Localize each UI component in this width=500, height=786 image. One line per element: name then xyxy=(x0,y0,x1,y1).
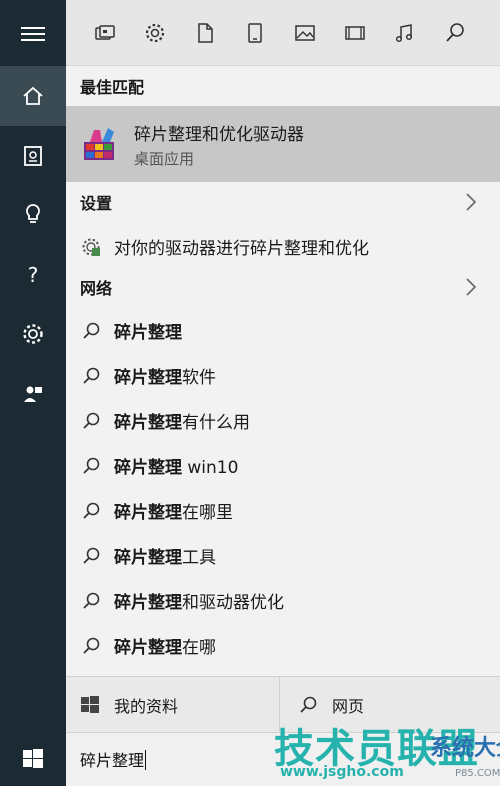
photos-filter-button[interactable] xyxy=(290,18,320,48)
suggestion-rest: 工具 xyxy=(182,548,216,568)
settings-header[interactable]: 设置 xyxy=(66,182,500,222)
web-suggestion[interactable]: 碎片整理 win10 xyxy=(66,443,500,488)
best-match-header: 最佳匹配 xyxy=(80,78,145,97)
settings-header-label: 设置 xyxy=(80,194,113,213)
feedback-button[interactable] xyxy=(0,364,66,424)
suggestion-rest: 和驱动器优化 xyxy=(182,593,284,613)
apps-filter-button[interactable] xyxy=(90,18,120,48)
settings-icon xyxy=(145,23,165,43)
my-stuff-label: 我的资料 xyxy=(114,697,179,716)
document-icon xyxy=(198,23,213,43)
search-icon xyxy=(298,695,318,715)
videos-filter-button[interactable] xyxy=(340,18,370,48)
feedback-icon xyxy=(24,386,42,402)
left-rail: ? xyxy=(0,0,66,786)
best-match-title: 碎片整理和优化驱动器 xyxy=(134,125,304,145)
taskbar: 碎片整理 xyxy=(0,732,500,786)
home-icon xyxy=(23,86,43,105)
search-query: 碎片整理 xyxy=(80,751,145,770)
settings-filter-button[interactable] xyxy=(140,18,170,48)
search-icon xyxy=(80,500,102,522)
suggestion-match: 碎片整理 xyxy=(114,503,182,523)
apps-icon xyxy=(95,25,115,40)
defrag-settings-icon xyxy=(80,236,102,258)
web-header[interactable]: 网络 xyxy=(66,267,500,307)
tablet-filter-button[interactable] xyxy=(240,18,270,48)
tablet-icon xyxy=(248,23,262,43)
search-icon xyxy=(80,455,102,477)
suggestion-match: 碎片整理 xyxy=(114,323,182,343)
web-suggestion[interactable]: 碎片整理工具 xyxy=(66,533,500,578)
suggestion-rest: 软件 xyxy=(182,368,216,388)
reminders-button[interactable] xyxy=(0,184,66,244)
defrag-app-icon xyxy=(84,128,114,160)
search-icon xyxy=(80,545,102,567)
music-icon xyxy=(395,24,413,43)
search-icon xyxy=(446,23,464,42)
svg-text:?: ? xyxy=(28,263,39,286)
hamburger-icon xyxy=(21,27,45,41)
chevron-right-icon xyxy=(466,193,477,211)
web-suggestion[interactable]: 碎片整理在哪里 xyxy=(66,488,500,533)
web-suggestion[interactable]: 碎片整理软件 xyxy=(66,353,500,398)
video-icon xyxy=(345,26,365,40)
best-match-result[interactable]: 碎片整理和优化驱动器 桌面应用 xyxy=(66,106,500,182)
suggestion-match: 碎片整理 xyxy=(114,368,182,388)
search-icon xyxy=(80,410,102,432)
web-suggestion[interactable]: 碎片整理在哪 xyxy=(66,623,500,668)
windows-icon xyxy=(80,695,100,715)
web-filter-button[interactable] xyxy=(440,18,470,48)
help-button[interactable]: ? xyxy=(0,244,66,304)
lightbulb-icon xyxy=(26,204,40,223)
photo-icon xyxy=(295,25,315,41)
scope-tabs: 我的资料 网页 xyxy=(66,676,500,733)
my-stuff-tab[interactable]: 我的资料 xyxy=(66,677,280,733)
notebook-icon xyxy=(24,146,42,166)
suggestion-match: 碎片整理 xyxy=(114,638,182,658)
filter-bar xyxy=(66,0,500,66)
chevron-right-icon xyxy=(466,278,477,296)
web-suggestion[interactable]: 碎片整理和驱动器优化 xyxy=(66,578,500,623)
web-header-label: 网络 xyxy=(80,279,113,298)
suggestion-rest: 有什么用 xyxy=(182,413,250,433)
results-panel: 最佳匹配 碎片整理和优化驱动器 桌面应用 设置 对你的驱动器进行碎片整理和优化 … xyxy=(66,66,500,676)
search-icon xyxy=(80,320,102,342)
text-caret xyxy=(145,750,147,770)
suggestion-rest: 在哪 xyxy=(182,638,216,658)
search-input[interactable]: 碎片整理 xyxy=(66,732,500,786)
suggestion-match: 碎片整理 xyxy=(114,413,182,433)
notebook-button[interactable] xyxy=(0,126,66,186)
help-icon: ? xyxy=(28,263,39,286)
web-tab[interactable]: 网页 xyxy=(280,677,500,733)
suggestion-rest: win10 xyxy=(182,458,239,478)
settings-button[interactable] xyxy=(0,304,66,364)
gear-icon xyxy=(23,324,43,344)
web-suggestion[interactable]: 碎片整理有什么用 xyxy=(66,398,500,443)
hamburger-menu-button[interactable] xyxy=(0,4,66,64)
start-button[interactable] xyxy=(0,732,66,786)
search-icon xyxy=(80,635,102,657)
home-button[interactable] xyxy=(0,66,66,126)
best-match-subtitle: 桌面应用 xyxy=(134,150,195,168)
search-icon xyxy=(80,365,102,387)
web-tab-label: 网页 xyxy=(332,697,365,716)
search-icon xyxy=(80,590,102,612)
suggestion-match: 碎片整理 xyxy=(114,458,182,478)
suggestion-match: 碎片整理 xyxy=(114,593,182,613)
windows-logo-icon xyxy=(23,749,43,768)
settings-result-label: 对你的驱动器进行碎片整理和优化 xyxy=(114,239,369,259)
settings-result-item[interactable]: 对你的驱动器进行碎片整理和优化 xyxy=(66,224,500,269)
suggestion-rest: 在哪里 xyxy=(182,503,233,523)
documents-filter-button[interactable] xyxy=(190,18,220,48)
suggestion-match: 碎片整理 xyxy=(114,548,182,568)
web-suggestion[interactable]: 碎片整理 xyxy=(66,308,500,353)
music-filter-button[interactable] xyxy=(390,18,420,48)
